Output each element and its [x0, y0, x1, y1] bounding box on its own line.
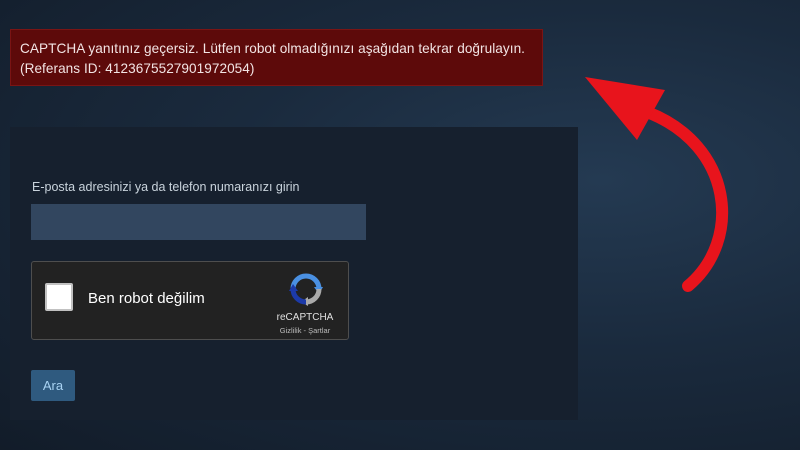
email-field-label: E-posta adresinizi ya da telefon numaran… — [32, 180, 300, 194]
email-field[interactable] — [31, 204, 366, 240]
login-help-panel: E-posta adresinizi ya da telefon numaran… — [10, 127, 578, 420]
error-reference-id: (Referans ID: 4123675527901972054) — [20, 61, 255, 76]
recaptcha-checkbox[interactable] — [45, 283, 73, 311]
error-banner: CAPTCHA yanıtınız geçersiz. Lütfen robot… — [10, 29, 543, 86]
curved-arrow-icon — [585, 77, 729, 292]
error-message: CAPTCHA yanıtınız geçersiz. Lütfen robot… — [20, 41, 526, 56]
recaptcha-privacy-terms-links[interactable]: Gizlilik - Şartlar — [265, 326, 345, 335]
recaptcha-checkbox-label: Ben robot değilim — [88, 290, 205, 307]
recaptcha-brand: reCAPTCHA — [276, 312, 334, 323]
recaptcha-logo-icon — [289, 273, 323, 306]
search-button[interactable]: Ara — [31, 370, 75, 401]
recaptcha-widget: Ben robot değilim reCAPTCHA Gizlilik - Ş… — [31, 261, 349, 340]
